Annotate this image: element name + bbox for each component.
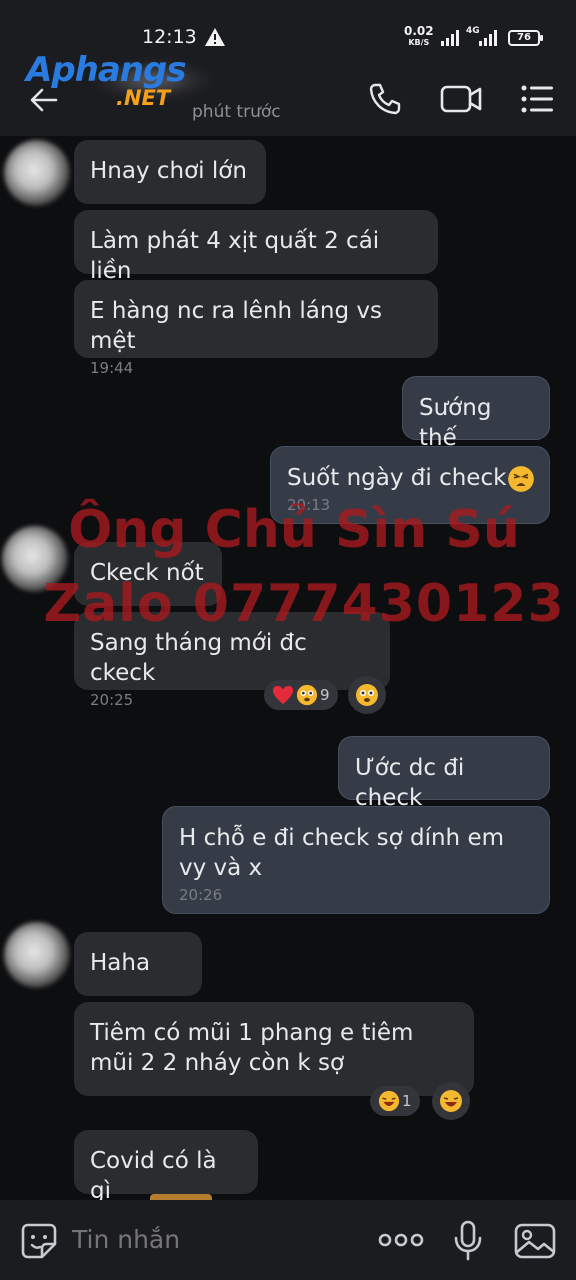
message-list[interactable]: Hnay chơi lớn Làm phát 4 xịt quất 2 cái … (0, 136, 576, 1200)
avatar[interactable] (2, 526, 68, 592)
reaction-summary[interactable]: 9 (264, 680, 338, 710)
message-bubble[interactable]: H chỗ e đi check sợ dính em vy và x 20:2… (162, 806, 550, 914)
message-bubble[interactable]: Tiêm có mũi 1 phang e tiêm mũi 2 2 nháy … (74, 1002, 474, 1096)
message-time: 20:13 (287, 496, 331, 514)
eyes-emoji-icon (356, 684, 378, 706)
microphone-icon[interactable] (452, 1220, 484, 1262)
message-bubble[interactable]: Làm phát 4 xịt quất 2 cái liền (74, 210, 438, 284)
last-seen-label: phút trước (192, 102, 281, 122)
signal-icon (441, 30, 459, 46)
reaction-summary[interactable]: 1 (370, 1086, 420, 1116)
heart-icon (273, 685, 293, 705)
message-bubble[interactable]: Ckeck nốt (74, 542, 222, 606)
reaction-count: 1 (402, 1092, 412, 1110)
avatar[interactable] (4, 922, 70, 988)
message-bubble[interactable]: Ước dc đi check (338, 736, 550, 811)
status-time: 12:13 (142, 26, 197, 48)
message-input-bar (0, 1200, 576, 1280)
phone-call-icon[interactable] (368, 82, 402, 116)
message-bubble[interactable]: Hnay chơi lớn (74, 140, 266, 204)
more-options-icon[interactable] (378, 1230, 424, 1250)
laughing-emoji-icon (378, 1090, 400, 1112)
message-bubble[interactable]: E hàng nc ra lênh láng vs mệt 19:44 (74, 280, 438, 377)
message-input[interactable] (72, 1220, 342, 1260)
warning-icon (205, 28, 225, 46)
message-bubble[interactable]: Suốt ngày đi check 20:13 (270, 446, 550, 524)
message-bubble[interactable]: Haha (74, 932, 202, 996)
add-reaction-button[interactable] (432, 1082, 470, 1120)
laughing-emoji-icon (440, 1090, 462, 1112)
signal-icon (479, 30, 497, 46)
message-time: 19:44 (90, 359, 134, 377)
message-bubble[interactable]: Sang tháng mới đc ckeck 20:25 (74, 612, 390, 709)
message-time: 20:26 (179, 886, 223, 904)
message-bubble[interactable]: Covid có là gì (74, 1130, 258, 1200)
avatar[interactable] (4, 140, 70, 206)
menu-list-icon[interactable] (520, 84, 554, 114)
video-call-icon[interactable] (440, 84, 482, 114)
network-speed: 0.02 KB/S (404, 24, 434, 47)
add-reaction-button[interactable] (348, 676, 386, 714)
chat-header: Aphangs .NET phút trước (0, 50, 576, 136)
message-bubble[interactable]: Sướng thế (402, 376, 550, 451)
reaction-count: 9 (320, 686, 330, 704)
image-gallery-icon[interactable] (514, 1222, 556, 1260)
eyes-emoji-icon (296, 684, 318, 706)
sticker-icon[interactable] (20, 1222, 58, 1260)
battery-indicator: 76 (508, 30, 543, 46)
back-arrow-icon[interactable] (28, 84, 60, 116)
tired-face-emoji-icon (508, 466, 534, 492)
